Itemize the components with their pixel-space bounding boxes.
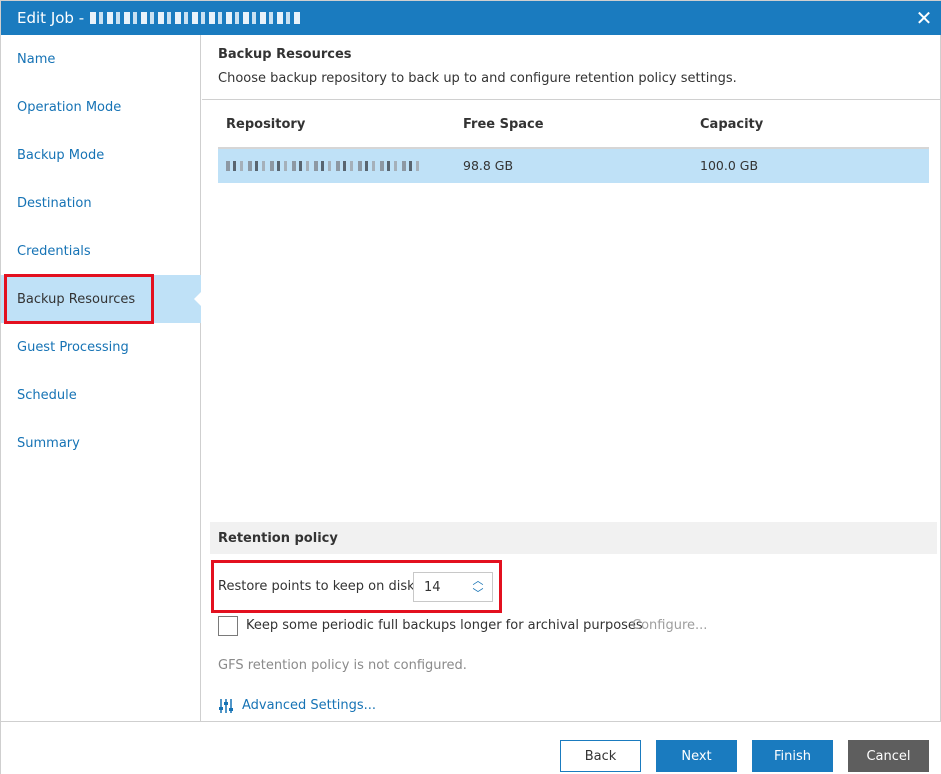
- page-description: Choose backup repository to back up to a…: [218, 71, 737, 86]
- sidebar-item-summary[interactable]: Summary: [1, 419, 201, 467]
- retention-policy-header: Retention policy: [210, 522, 937, 554]
- restore-points-stepper[interactable]: 14 ︿ ﹀: [413, 572, 493, 602]
- sidebar-item-destination[interactable]: Destination: [1, 179, 201, 227]
- sidebar-item-operation-mode[interactable]: Operation Mode: [1, 83, 201, 131]
- advanced-settings-link[interactable]: Advanced Settings...: [242, 698, 376, 713]
- configure-gfs-button[interactable]: Configure...: [632, 618, 707, 633]
- sidebar-item-schedule[interactable]: Schedule: [1, 371, 201, 419]
- repository-table-header: Repository Free Space Capacity: [218, 115, 929, 149]
- column-header-free-space[interactable]: Free Space: [463, 117, 544, 132]
- back-button[interactable]: Back: [560, 740, 641, 772]
- edit-job-window: Edit Job - ✕ Name Operation Mode Backup …: [0, 0, 941, 774]
- sidebar-item-backup-resources[interactable]: Backup Resources: [1, 275, 201, 323]
- gfs-checkbox[interactable]: [218, 616, 238, 636]
- gfs-status-text: GFS retention policy is not configured.: [218, 658, 467, 673]
- finish-button[interactable]: Finish: [752, 740, 833, 772]
- next-button[interactable]: Next: [656, 740, 737, 772]
- title-bar: Edit Job - ✕: [1, 1, 941, 35]
- restore-points-value[interactable]: 14: [424, 580, 441, 595]
- window-title: Edit Job -: [17, 9, 85, 27]
- free-space-cell: 98.8 GB: [463, 158, 514, 173]
- capacity-cell: 100.0 GB: [700, 158, 759, 173]
- header-divider: [202, 99, 941, 100]
- table-row[interactable]: 98.8 GB 100.0 GB: [218, 149, 929, 183]
- main-panel: Backup Resources Choose backup repositor…: [202, 35, 941, 721]
- job-name-redacted: [90, 12, 301, 24]
- repository-name-redacted: [226, 158, 422, 174]
- close-icon[interactable]: ✕: [912, 6, 936, 30]
- column-header-repository[interactable]: Repository: [226, 117, 305, 132]
- wizard-steps-sidebar: Name Operation Mode Backup Mode Destinat…: [1, 35, 201, 721]
- wizard-footer: Back Next Finish Cancel: [1, 721, 941, 774]
- gfs-checkbox-label[interactable]: Keep some periodic full backups longer f…: [246, 618, 643, 633]
- page-title: Backup Resources: [218, 47, 352, 62]
- sidebar-item-credentials[interactable]: Credentials: [1, 227, 201, 275]
- column-header-capacity[interactable]: Capacity: [700, 117, 763, 132]
- sidebar-item-guest-processing[interactable]: Guest Processing: [1, 323, 201, 371]
- sliders-icon[interactable]: [218, 698, 234, 714]
- cancel-button[interactable]: Cancel: [848, 740, 929, 772]
- sidebar-item-backup-mode[interactable]: Backup Mode: [1, 131, 201, 179]
- sidebar-item-name[interactable]: Name: [1, 35, 201, 83]
- chevron-up-icon[interactable]: ︿: [472, 575, 484, 587]
- chevron-down-icon[interactable]: ﹀: [472, 588, 484, 600]
- restore-points-label: Restore points to keep on disk:: [218, 579, 420, 594]
